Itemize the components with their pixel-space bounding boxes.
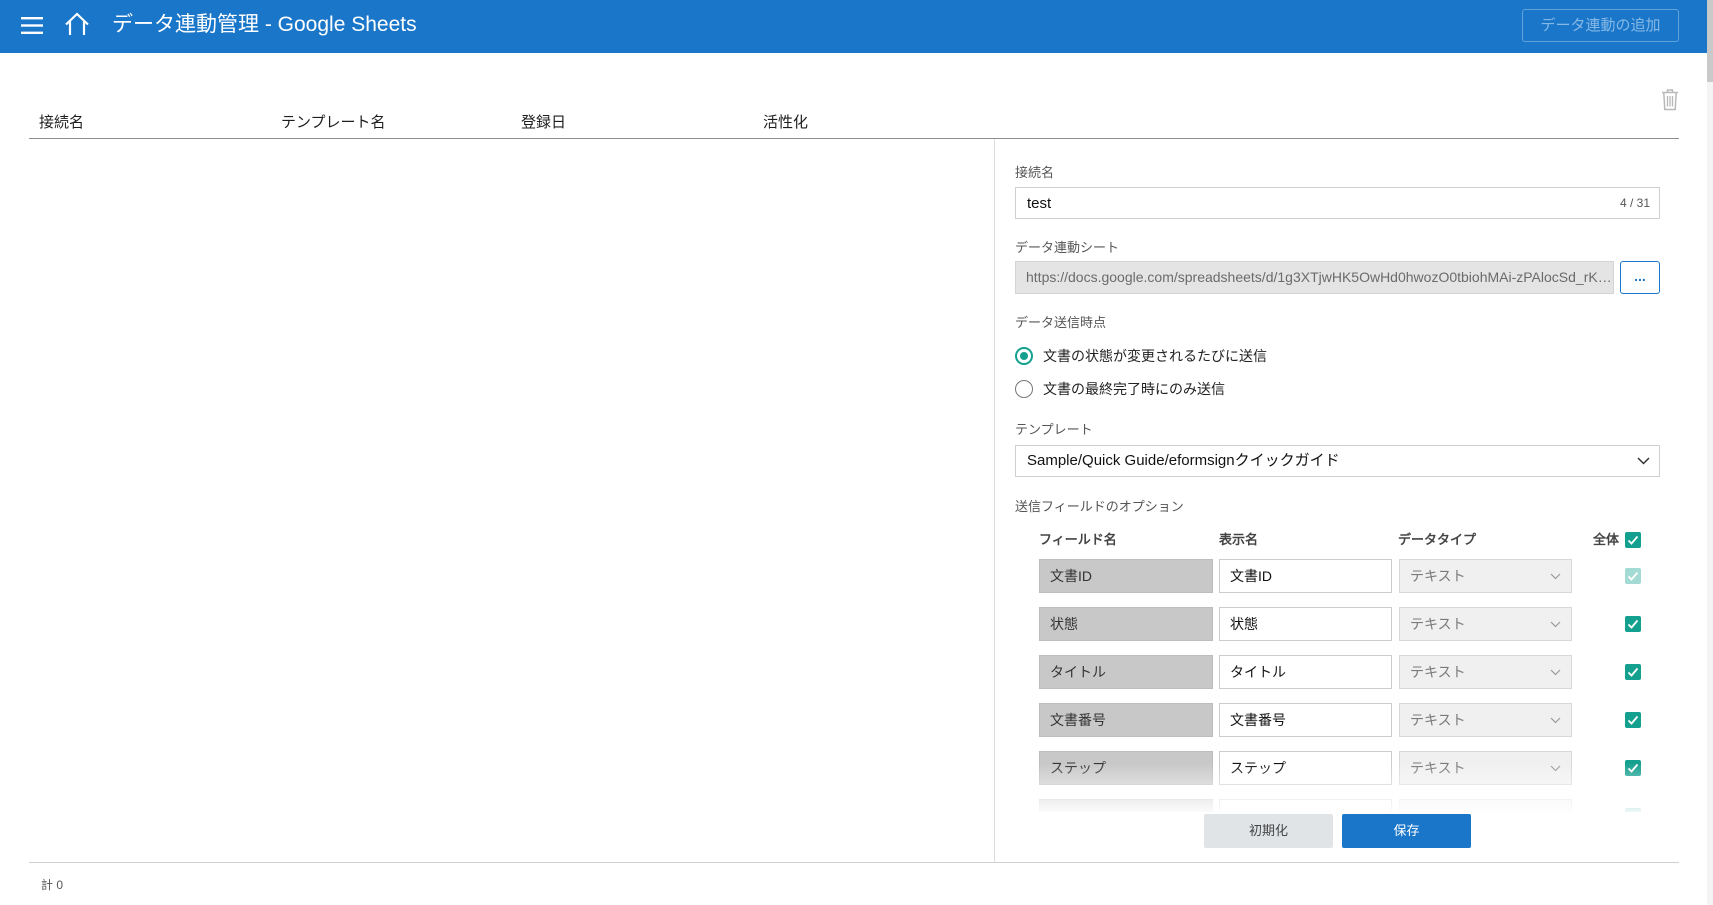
data-link-sheet-label: データ連動シート bbox=[1015, 240, 1120, 255]
field-include-checkbox[interactable] bbox=[1625, 664, 1641, 680]
list-header-divider bbox=[29, 138, 1679, 139]
column-header-active: 活性化 bbox=[763, 114, 809, 131]
checkmark-icon bbox=[1627, 619, 1639, 629]
send-timing-label: データ送信時点 bbox=[1015, 315, 1107, 330]
data-type-select[interactable] bbox=[1399, 799, 1572, 812]
page-scrollbar[interactable] bbox=[1707, 0, 1713, 905]
character-counter: 4 / 31 bbox=[1619, 196, 1650, 210]
radio-button[interactable] bbox=[1015, 380, 1033, 398]
connection-name-input[interactable] bbox=[1015, 187, 1660, 219]
data-type-column-header: データタイプ bbox=[1398, 532, 1477, 547]
display-name-input[interactable] bbox=[1219, 559, 1392, 593]
page-title: データ連動管理 - Google Sheets bbox=[112, 13, 417, 36]
field-name-cell: ステップ bbox=[1039, 751, 1213, 785]
list-total-count: 計 0 bbox=[41, 878, 64, 892]
column-header-template-name: テンプレート名 bbox=[281, 114, 386, 131]
list-detail-divider bbox=[994, 139, 995, 862]
field-row-partial bbox=[1015, 799, 1660, 812]
add-data-link-button[interactable]: データ連動の追加 bbox=[1522, 9, 1679, 42]
field-row: 文書番号 テキスト bbox=[1015, 703, 1660, 737]
select-all-label: 全体 bbox=[1593, 532, 1620, 547]
field-name-cell bbox=[1039, 799, 1213, 812]
field-name-cell: 状態 bbox=[1039, 607, 1213, 641]
data-type-select[interactable]: テキスト bbox=[1399, 655, 1572, 689]
select-sheet-button[interactable]: ... bbox=[1620, 261, 1660, 294]
data-type-value: テキスト bbox=[1410, 616, 1466, 632]
template-select[interactable]: Sample/Quick Guide/eformsignクイックガイド bbox=[1015, 445, 1660, 477]
display-name-input[interactable] bbox=[1219, 799, 1392, 812]
send-timing-option-on-complete[interactable]: 文書の最終完了時にのみ送信 bbox=[1015, 379, 1415, 399]
menu-icon[interactable] bbox=[21, 16, 43, 35]
chevron-down-icon bbox=[1550, 573, 1561, 580]
field-include-checkbox[interactable] bbox=[1625, 760, 1641, 776]
send-timing-option-on-change[interactable]: 文書の状態が変更されるたびに送信 bbox=[1015, 346, 1415, 366]
reset-button[interactable]: 初期化 bbox=[1204, 814, 1333, 848]
checkmark-icon bbox=[1627, 535, 1639, 545]
data-type-value: テキスト bbox=[1410, 712, 1466, 728]
field-include-checkbox[interactable] bbox=[1625, 568, 1641, 584]
radio-label: 文書の最終完了時にのみ送信 bbox=[1043, 381, 1225, 397]
list-footer-divider bbox=[29, 862, 1679, 863]
display-name-input[interactable] bbox=[1219, 703, 1392, 737]
checkmark-icon bbox=[1627, 715, 1639, 725]
field-include-checkbox[interactable] bbox=[1625, 616, 1641, 632]
select-all-checkbox[interactable] bbox=[1625, 532, 1641, 548]
field-row: ステップ テキスト bbox=[1015, 751, 1660, 785]
chevron-down-icon bbox=[1550, 621, 1561, 628]
column-header-connection-name: 接続名 bbox=[39, 114, 85, 131]
field-row: 状態 テキスト bbox=[1015, 607, 1660, 641]
chevron-down-icon bbox=[1637, 457, 1650, 465]
data-type-value: テキスト bbox=[1410, 664, 1466, 680]
scrollbar-thumb[interactable] bbox=[1707, 0, 1713, 82]
field-name-cell: タイトル bbox=[1039, 655, 1213, 689]
data-type-value: テキスト bbox=[1410, 760, 1466, 776]
display-name-column-header: 表示名 bbox=[1219, 532, 1259, 547]
trash-icon[interactable] bbox=[1661, 88, 1679, 111]
field-options-label: 送信フィールドのオプション bbox=[1015, 499, 1184, 514]
data-type-value: テキスト bbox=[1410, 568, 1466, 584]
connection-name-label: 接続名 bbox=[1015, 165, 1055, 180]
field-name-cell: 文書ID bbox=[1039, 559, 1213, 593]
home-icon[interactable] bbox=[64, 12, 90, 36]
column-header-registered-date: 登録日 bbox=[521, 114, 567, 131]
data-type-select[interactable]: テキスト bbox=[1399, 703, 1572, 737]
field-name-column-header: フィールド名 bbox=[1039, 532, 1117, 547]
field-row: タイトル テキスト bbox=[1015, 655, 1660, 689]
checkmark-icon bbox=[1627, 763, 1639, 773]
display-name-input[interactable] bbox=[1219, 607, 1392, 641]
chevron-down-icon bbox=[1550, 717, 1561, 724]
checkmark-icon bbox=[1627, 667, 1639, 677]
field-options-list[interactable]: 文書ID テキスト 状態 テキスト タイトル テキスト 文書番号 bbox=[1015, 555, 1660, 812]
data-type-select[interactable]: テキスト bbox=[1399, 607, 1572, 641]
field-row: 文書ID テキスト bbox=[1015, 559, 1660, 593]
data-link-sheet-url-field: https://docs.google.com/spreadsheets/d/1… bbox=[1015, 261, 1614, 294]
chevron-down-icon bbox=[1550, 765, 1561, 772]
chevron-down-icon bbox=[1550, 669, 1561, 676]
save-button[interactable]: 保存 bbox=[1342, 814, 1471, 848]
template-label: テンプレート bbox=[1015, 422, 1093, 437]
connection-name-field: 4 / 31 bbox=[1015, 187, 1660, 219]
top-app-bar: データ連動管理 - Google Sheets データ連動の追加 bbox=[0, 0, 1707, 53]
radio-button[interactable] bbox=[1015, 347, 1033, 365]
display-name-input[interactable] bbox=[1219, 751, 1392, 785]
field-name-cell: 文書番号 bbox=[1039, 703, 1213, 737]
data-type-select[interactable]: テキスト bbox=[1399, 751, 1572, 785]
template-selected-value: Sample/Quick Guide/eformsignクイックガイド bbox=[1027, 452, 1340, 469]
data-type-select[interactable]: テキスト bbox=[1399, 559, 1572, 593]
radio-label: 文書の状態が変更されるたびに送信 bbox=[1043, 348, 1267, 364]
checkmark-icon bbox=[1627, 571, 1639, 581]
field-include-checkbox[interactable] bbox=[1625, 808, 1641, 812]
display-name-input[interactable] bbox=[1219, 655, 1392, 689]
field-include-checkbox[interactable] bbox=[1625, 712, 1641, 728]
